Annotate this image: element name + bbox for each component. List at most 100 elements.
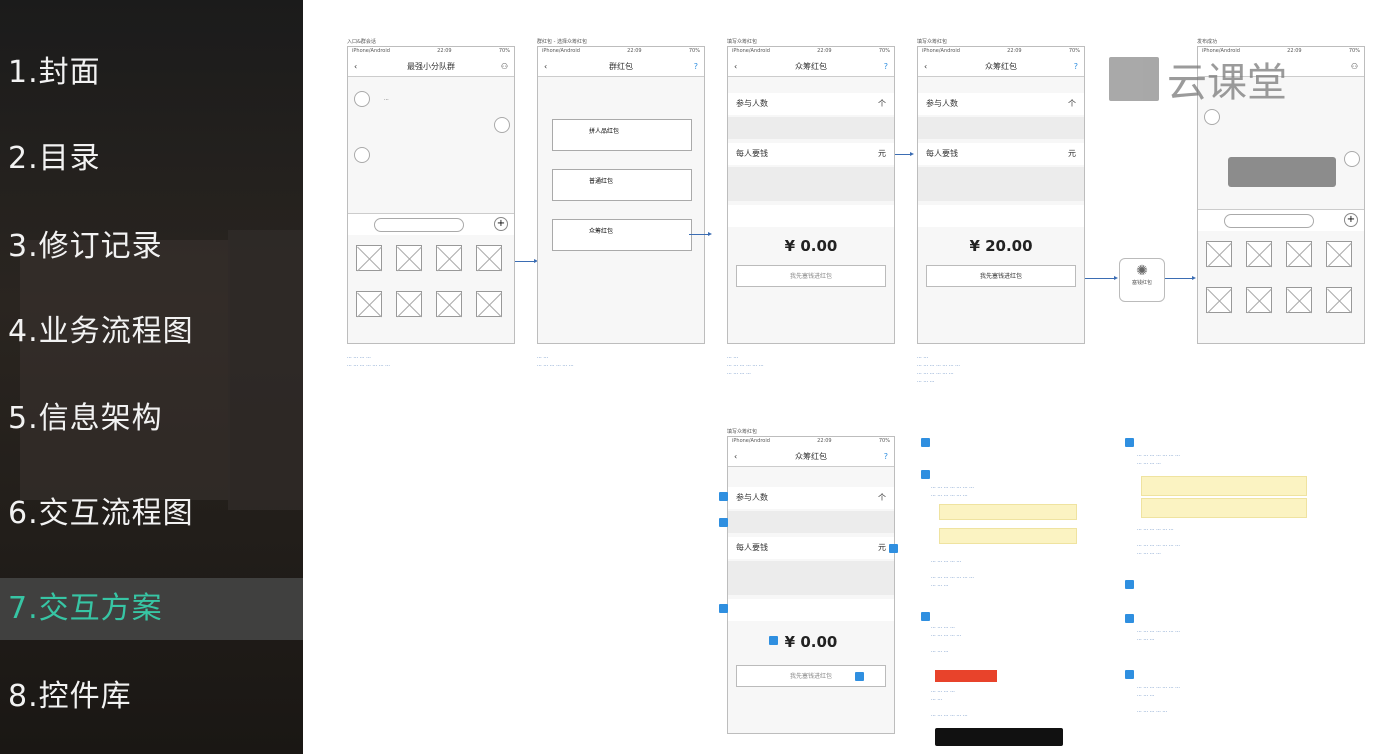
nav-item-business-flow[interactable]: 4.业务流程图 [0,303,303,361]
annotation-highlight [939,528,1077,544]
screen-caption: 群红包 - 选择众筹红包 [537,39,587,45]
spinner-icon: ✺ [1136,263,1148,279]
nav-item-revision[interactable]: 3.修订记录 [0,218,303,276]
nav-item-cover[interactable]: 1.封面 [0,44,303,102]
user-icon[interactable]: ⚇ [1351,57,1358,77]
nav-item-interaction-plan[interactable]: 7.交互方案 [0,578,303,640]
submit-button[interactable]: 我先塞钱进红包 [926,265,1076,287]
payment-label: 塞钱红包 [1131,280,1152,286]
total-amount: ¥ 20.00 [969,237,1033,255]
status-time: 22:09 [817,48,832,54]
phone-screen-crowdfund-filled: iPhone/Android 22:09 70% ‹ 众筹红包? 参与人数 个 每人要钱… [917,46,1085,344]
annotation-marker [1125,670,1134,679]
back-icon[interactable]: ‹ [544,57,547,77]
option-crowdfund-redpacket[interactable]: 众筹红包 [552,219,692,251]
people-count-row[interactable]: 参与人数 个 [918,93,1084,115]
field-unit: 个 [878,493,886,502]
nav-item-info-architecture[interactable]: 5.信息架构 [0,390,303,448]
annotation-marker [719,492,728,501]
grid-item-redpacket[interactable] [1326,241,1352,267]
grid-item-more[interactable] [1326,287,1352,313]
field-label: 每人要钱 [736,543,768,552]
hint-row [918,167,1084,201]
grid-item-camera[interactable] [1246,241,1272,267]
back-icon[interactable]: ‹ [924,57,927,77]
grid-item-redpacket[interactable] [476,245,502,271]
design-note: ··· ··· ··· ··· ··· ··· ··· ··· ··· ··· ·… [347,355,390,369]
flow-arrow [1085,276,1118,280]
status-carrier: iPhone/Android [732,48,770,54]
field-label: 每人要钱 [736,149,768,158]
help-icon[interactable]: ? [884,447,888,467]
annotation-marker [1125,438,1134,447]
screen-title: 最强小分队群 [407,62,455,71]
watermark-text: 云课堂 [1167,60,1287,106]
annotation-marker [921,612,930,621]
grid-item-favorites[interactable] [356,291,382,317]
grid-item-card[interactable] [396,291,422,317]
people-count-row[interactable]: 参与人数 个 [728,487,894,509]
option-luck-redpacket[interactable]: 拼人品红包 [552,119,692,151]
option-normal-redpacket[interactable]: 普通红包 [552,169,692,201]
user-icon[interactable]: ⚇ [501,57,508,77]
redpacket-message-card[interactable] [1228,157,1336,187]
help-icon[interactable]: ? [884,57,888,77]
nav-item-toc[interactable]: 2.目录 [0,130,303,188]
field-label: 参与人数 [926,99,958,108]
submit-button[interactable]: 我先塞钱进红包 [736,265,886,287]
hint-row [728,117,894,139]
message-row[interactable] [728,205,894,227]
plus-icon[interactable]: + [1344,213,1358,227]
hint-row [728,561,894,595]
help-icon[interactable]: ? [1074,57,1078,77]
back-icon[interactable]: ‹ [354,57,357,77]
watermark: 云课堂 [1109,50,1287,108]
grid-item-more[interactable] [476,291,502,317]
status-time: 22:09 [1007,48,1022,54]
help-icon[interactable]: ? [694,57,698,77]
annotation-marker [1125,580,1134,589]
status-battery: 70% [1348,48,1360,54]
back-icon[interactable]: ‹ [734,447,737,467]
grid-item-music[interactable] [436,291,462,317]
plus-icon[interactable]: + [494,217,508,231]
avatar [1204,109,1220,125]
grid-item-location[interactable] [1286,241,1312,267]
people-count-row[interactable]: 参与人数 个 [728,93,894,115]
message-row[interactable] [728,599,894,621]
each-amount-row[interactable]: 每人要钱 元 [728,537,894,559]
annotation-marker [921,470,930,479]
annotation-marker [1125,614,1134,623]
grid-item-favorites[interactable] [1206,287,1232,313]
grid-item-card[interactable] [1246,287,1272,313]
each-amount-row[interactable]: 每人要钱 元 [728,143,894,165]
flow-arrow [515,259,538,263]
avatar [494,117,510,133]
screen-caption: 填写众筹红包 [727,429,758,435]
field-unit: 个 [1068,99,1076,108]
grid-item-camera[interactable] [396,245,422,271]
status-carrier: iPhone/Android [732,438,770,444]
status-carrier: iPhone/Android [922,48,960,54]
phone-screen-crowdfund-empty: iPhone/Android 22:09 70% ‹ 众筹红包? 参与人数 个 每人要钱… [727,46,895,344]
status-time: 22:09 [817,438,832,444]
annotation-text: ··· ··· ··· ··· ··· ··· ··· ··· ··· ··· ·… [1137,527,1180,557]
toast-example [935,728,1063,746]
message-input[interactable] [1224,214,1314,228]
grid-item-location[interactable] [436,245,462,271]
nav-item-interaction-flow[interactable]: 6.交互流程图 [0,485,303,543]
design-note: ··· ··· ··· ··· ··· ··· ··· ··· ··· ··· ··… [917,355,960,385]
grid-item-album[interactable] [1206,241,1232,267]
total-amount: ¥ 0.00 [784,237,838,255]
back-icon[interactable]: ‹ [734,57,737,77]
message-row[interactable] [918,205,1084,227]
sidebar-nav: 1.封面 2.目录 3.修订记录 4.业务流程图 5.信息架构 6.交互流程图 … [0,0,303,754]
message-input[interactable] [374,218,464,232]
nav-item-widget-library[interactable]: 8.控件库 [0,668,303,726]
annotation-text: ··· ··· ··· ··· ··· ··· ··· ··· ··· ··· [1137,629,1180,643]
grid-item-music[interactable] [1286,287,1312,313]
status-battery: 70% [1068,48,1080,54]
each-amount-row[interactable]: 每人要钱 元 [918,143,1084,165]
phone-screen-redpacket-types: iPhone/Android 22:09 70% ‹ 群红包? 拼人品红包 普通红包 … [537,46,705,344]
grid-item-album[interactable] [356,245,382,271]
